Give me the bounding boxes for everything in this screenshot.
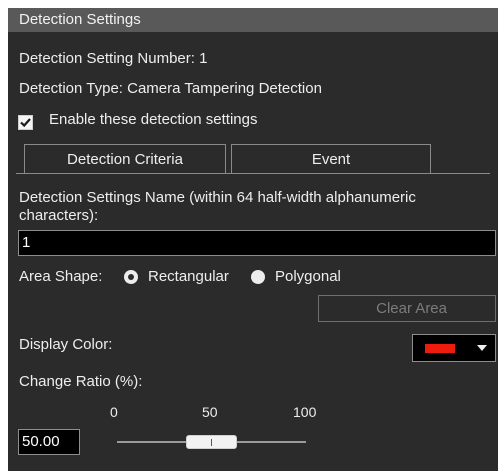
detection-name-input[interactable]: 1 bbox=[18, 230, 496, 256]
clear-area-button[interactable]: Clear Area bbox=[318, 295, 496, 322]
tab-divider bbox=[16, 173, 490, 174]
radio-selected-dot bbox=[128, 274, 134, 280]
detection-type-text: Detection Type: Camera Tampering Detecti… bbox=[19, 80, 322, 97]
tab-detection-criteria[interactable]: Detection Criteria bbox=[24, 144, 226, 174]
enable-checkbox[interactable] bbox=[18, 115, 33, 130]
tick-label-0: 0 bbox=[110, 404, 118, 420]
panel-title: Detection Settings bbox=[19, 11, 141, 28]
setting-number-text: Detection Setting Number: 1 bbox=[19, 50, 208, 67]
polygonal-label[interactable]: Polygonal bbox=[275, 268, 341, 285]
rectangular-label[interactable]: Rectangular bbox=[148, 268, 229, 285]
checkmark-icon bbox=[20, 118, 31, 128]
polygonal-radio[interactable] bbox=[251, 270, 265, 284]
color-swatch bbox=[425, 344, 455, 353]
enable-label[interactable]: Enable these detection settings bbox=[49, 111, 257, 128]
change-ratio-slider-thumb[interactable] bbox=[186, 435, 237, 449]
change-ratio-label: Change Ratio (%): bbox=[19, 373, 143, 390]
name-field-label-line1: Detection Settings Name (within 64 half-… bbox=[19, 189, 416, 206]
panel-header: Detection Settings bbox=[8, 8, 498, 32]
tick-label-100: 100 bbox=[293, 404, 317, 420]
slider-grip-icon bbox=[211, 439, 212, 446]
display-color-select[interactable] bbox=[412, 334, 496, 362]
tab-event[interactable]: Event bbox=[231, 144, 431, 174]
rectangular-radio[interactable] bbox=[124, 270, 138, 284]
display-color-label: Display Color: bbox=[19, 336, 113, 353]
tick-label-50: 50 bbox=[202, 404, 218, 420]
change-ratio-input[interactable]: 50.00 bbox=[18, 429, 80, 455]
dropdown-caret-icon bbox=[477, 345, 487, 351]
name-field-label-line2: characters): bbox=[19, 207, 99, 224]
area-shape-label: Area Shape: bbox=[19, 268, 103, 285]
